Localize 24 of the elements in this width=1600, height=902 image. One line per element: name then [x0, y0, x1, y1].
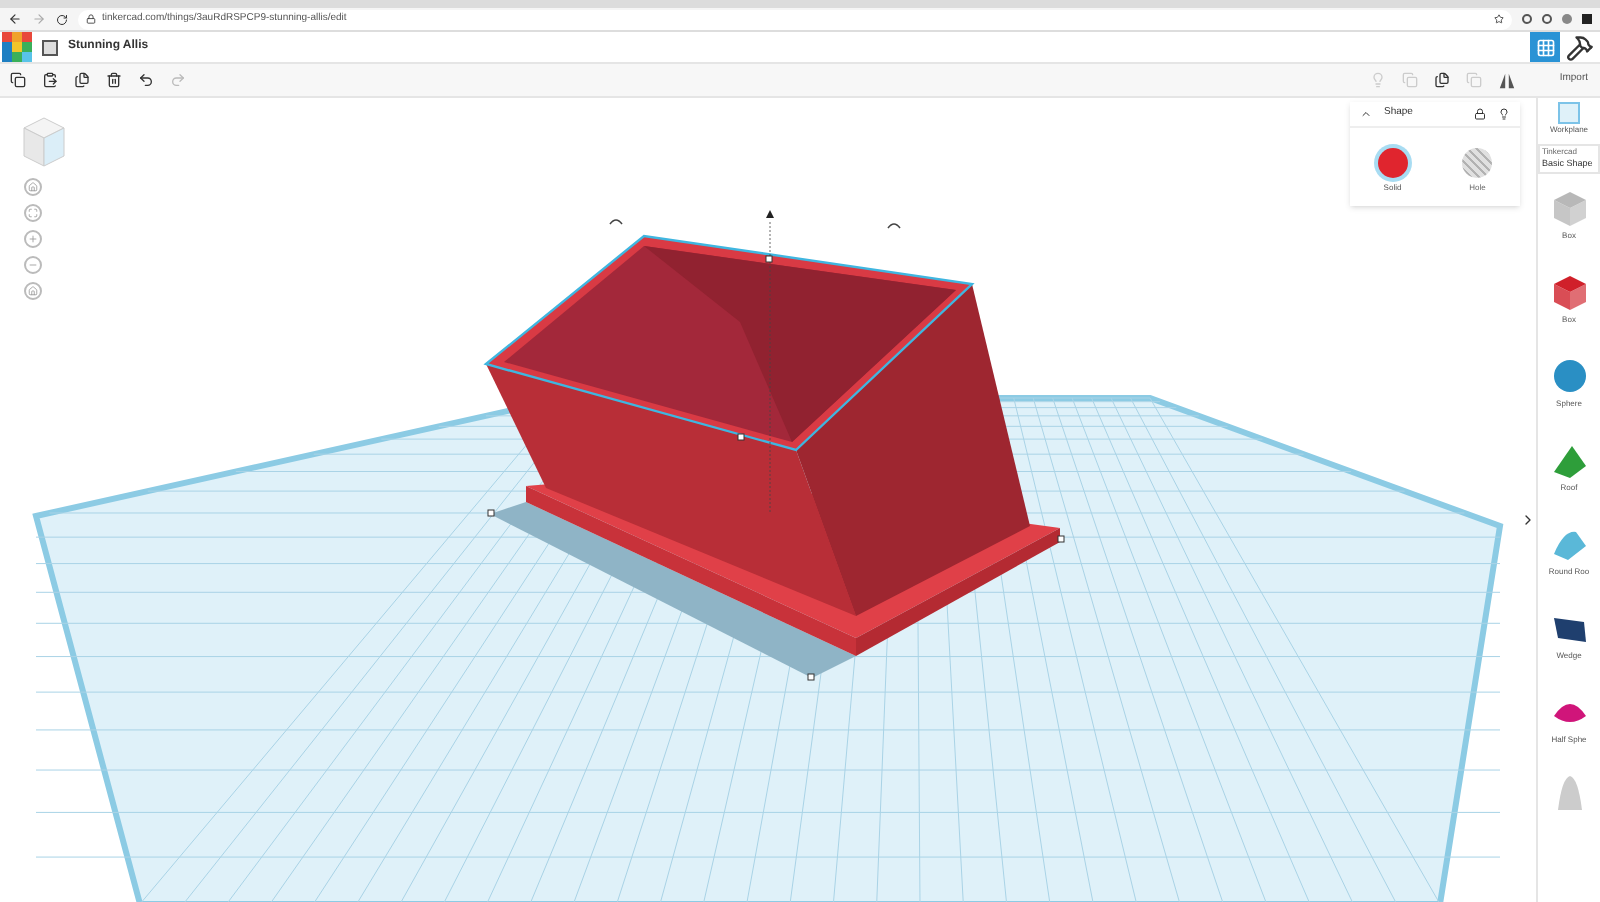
mirror-icon[interactable]: [1497, 71, 1516, 89]
duplicate-icon[interactable]: [74, 72, 90, 88]
lightbulb-icon[interactable]: [1498, 108, 1510, 120]
collapse-icon[interactable]: [1360, 108, 1372, 120]
trash-icon[interactable]: [106, 72, 122, 88]
design-icon[interactable]: [42, 39, 58, 55]
back-icon[interactable]: [8, 12, 22, 26]
home-icon: [27, 286, 37, 296]
hopper-model-drawing[interactable]: [483, 210, 1065, 681]
ungroup-icon[interactable]: [1433, 72, 1450, 88]
home-icon: [27, 182, 37, 192]
undo-icon[interactable]: [138, 72, 154, 88]
bookmark-star-icon[interactable]: [1494, 14, 1504, 24]
copy-icon[interactable]: [10, 72, 26, 88]
hammer-icon[interactable]: [1566, 33, 1594, 61]
plus-icon: [27, 234, 37, 244]
lock-icon: [86, 14, 96, 24]
collapse-sidebar-icon[interactable]: [1520, 512, 1536, 528]
reload-icon[interactable]: [56, 13, 68, 25]
minus-icon: [27, 260, 37, 270]
fit-icon: [27, 208, 37, 218]
grid-icon: [1535, 37, 1555, 57]
paste-icon[interactable]: [42, 72, 58, 88]
lock-icon[interactable]: [1474, 108, 1486, 120]
